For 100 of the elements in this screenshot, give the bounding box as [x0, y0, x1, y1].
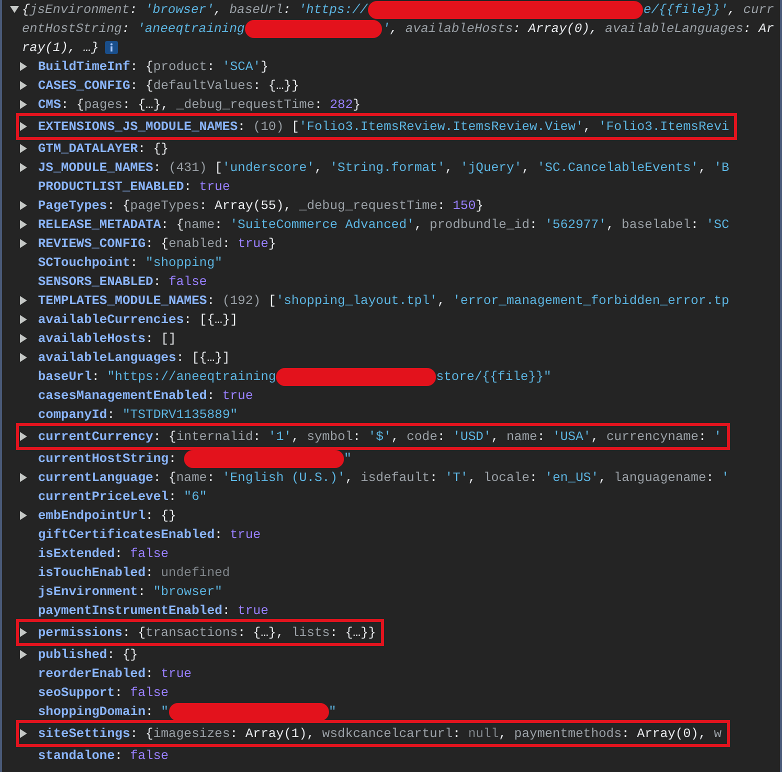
property-key: GTM_DATALAYER [38, 139, 138, 158]
property-key: CMS [38, 95, 62, 114]
property-value: e/{{file}}', curr [643, 1, 774, 19]
property-key: PRODUCTLIST_ENABLED [38, 177, 184, 196]
property-value: : true [222, 602, 268, 620]
property-key: currentLanguage [38, 468, 154, 487]
property-key: isExtended [38, 544, 115, 563]
property-key: seoSupport [38, 683, 115, 702]
property-key: PageTypes [38, 196, 108, 215]
property-key: SENSORS_ENABLED [38, 272, 154, 291]
property-key: published [38, 645, 108, 664]
property-key: paymentInstrumentEnabled [38, 601, 222, 620]
property-key: isTouchEnabled [38, 563, 146, 582]
property-value: store/{{file}}" [436, 368, 552, 386]
caret-icon[interactable] [20, 163, 27, 172]
caret-icon[interactable] [20, 511, 27, 520]
property-value: : false [153, 273, 207, 291]
caret-icon[interactable] [20, 473, 27, 482]
property-value: : true [214, 526, 261, 544]
property-key: BuildTimeInf [38, 57, 130, 76]
property-key: RELEASE_METADATA [38, 215, 161, 234]
property-value: " [328, 703, 336, 721]
property-value: : {} [146, 507, 176, 525]
property-key: jsEnvironment [38, 582, 138, 601]
caret-icon[interactable] [20, 353, 27, 362]
caret-icon[interactable] [20, 296, 27, 305]
property-value: : {enabled: true} [146, 235, 276, 253]
property-key: currentPriceLevel [38, 487, 169, 506]
info-icon[interactable] [104, 41, 118, 54]
property-key: reorderEnabled [38, 664, 146, 683]
caret-icon[interactable] [20, 100, 27, 109]
property-key: standalone [38, 746, 115, 765]
property-value: : {pages: {…}, _debug_requestTime: 282} [61, 96, 361, 114]
property-value: : (431) ['underscore', 'String.format', 'jQuery', 'SC.CancelableEvents', 'B [153, 159, 730, 177]
caret-icon[interactable] [20, 650, 27, 659]
property-key: EXTENSIONS_JS_MODULE_NAMES [38, 117, 238, 136]
property-value: : {pageTypes: Array(55), _debug_requestTime: 150} [107, 197, 484, 215]
caret-icon[interactable] [20, 239, 27, 248]
property-value: : "browser" [138, 583, 222, 601]
property-value: " [344, 450, 352, 468]
property-value: : undefined [146, 564, 230, 582]
property-key: availableHosts [38, 329, 146, 348]
property-value: : true [184, 178, 230, 196]
property-value: : {transactions: {…}, lists: {…}} [122, 624, 376, 642]
property-value: : {product: 'SCA'} [130, 58, 268, 76]
property-value: : "https://aneeqtraining [92, 368, 276, 386]
property-value: : {imagesizes: Array(1), wsdkcancelcarturl: null, paymentmethods: Array(0), w [130, 725, 722, 743]
caret-icon[interactable] [20, 62, 27, 71]
property-value: ', availableHosts: Array(0), availableLanguages: Ar [382, 20, 774, 38]
property-value: : false [114, 545, 169, 563]
property-value: entHostString: 'aneeqtraining [22, 20, 245, 38]
caret-icon[interactable] [20, 144, 27, 153]
caret-icon[interactable] [20, 220, 27, 229]
property-value: : "TSTDRV1135889" [107, 406, 238, 424]
property-key: casesManagementEnabled [38, 386, 207, 405]
property-key: embEndpointUrl [38, 506, 146, 525]
property-key: TEMPLATES_MODULE_NAMES [38, 291, 207, 310]
property-key: siteSettings [38, 724, 130, 743]
property-value: : false [114, 684, 169, 702]
property-key: SCTouchpoint [38, 253, 130, 272]
property-key: availableLanguages [38, 348, 176, 367]
property-value: : "6" [168, 488, 207, 506]
property-value: : [{…}] [176, 349, 230, 367]
property-value: : false [114, 747, 169, 765]
property-key: companyId [38, 405, 108, 424]
property-key: baseUrl [38, 367, 92, 386]
property-value: : (10) ['Folio3.ItemsReview.ItemsReview.View', 'Folio3.ItemsRevi [238, 118, 730, 136]
caret-icon[interactable] [20, 628, 27, 637]
property-value: : [168, 450, 178, 468]
property-value: : (192) ['shopping_layout.tpl', 'error_management_forbidden_error.tp [206, 292, 730, 310]
caret-icon[interactable] [20, 729, 27, 738]
caret-icon[interactable] [20, 122, 27, 131]
property-key: currentCurrency [38, 427, 154, 446]
property-value: : [{…}] [184, 311, 238, 329]
property-key: availableCurrencies [38, 310, 184, 329]
caret-icon[interactable] [20, 432, 27, 441]
property-key: REVIEWS_CONFIG [38, 234, 146, 253]
property-key: permissions [38, 623, 122, 642]
property-key: currentHostString [38, 449, 169, 468]
caret-down-icon[interactable] [10, 6, 18, 13]
property-key: shoppingDomain [38, 702, 146, 721]
property-key: JS_MODULE_NAMES [38, 158, 154, 177]
caret-icon[interactable] [20, 201, 27, 210]
caret-icon[interactable] [20, 81, 27, 90]
property-value: : " [146, 703, 169, 721]
property-value: : true [206, 387, 254, 405]
property-value: : {internalid: '1', symbol: '$', code: 'USD', name: 'USA', currencyname: ' [153, 428, 722, 446]
property-key: giftCertificatesEnabled [38, 525, 215, 544]
property-value: : {name: 'English (U.S.)', isdefault: 'T', locale: 'en_US', languagename: ' [153, 469, 730, 487]
property-value: : {defaultValues: {…}} [130, 77, 300, 95]
caret-icon[interactable] [20, 315, 27, 324]
property-value: : true [146, 665, 192, 683]
property-value: ray(1), …} [22, 39, 99, 57]
property-value: : "shopping" [130, 254, 222, 272]
property-value: : [] [146, 330, 176, 348]
caret-icon[interactable] [20, 334, 27, 343]
property-value: : {} [107, 646, 138, 664]
property-value: : {} [138, 140, 169, 158]
property-value: : {name: 'SuiteCommerce Advanced', prodbundle_id: '562977', baselabel: 'SC [160, 216, 730, 234]
property-value: {jsEnvironment: 'browser', baseUrl: 'https:// [22, 1, 368, 19]
